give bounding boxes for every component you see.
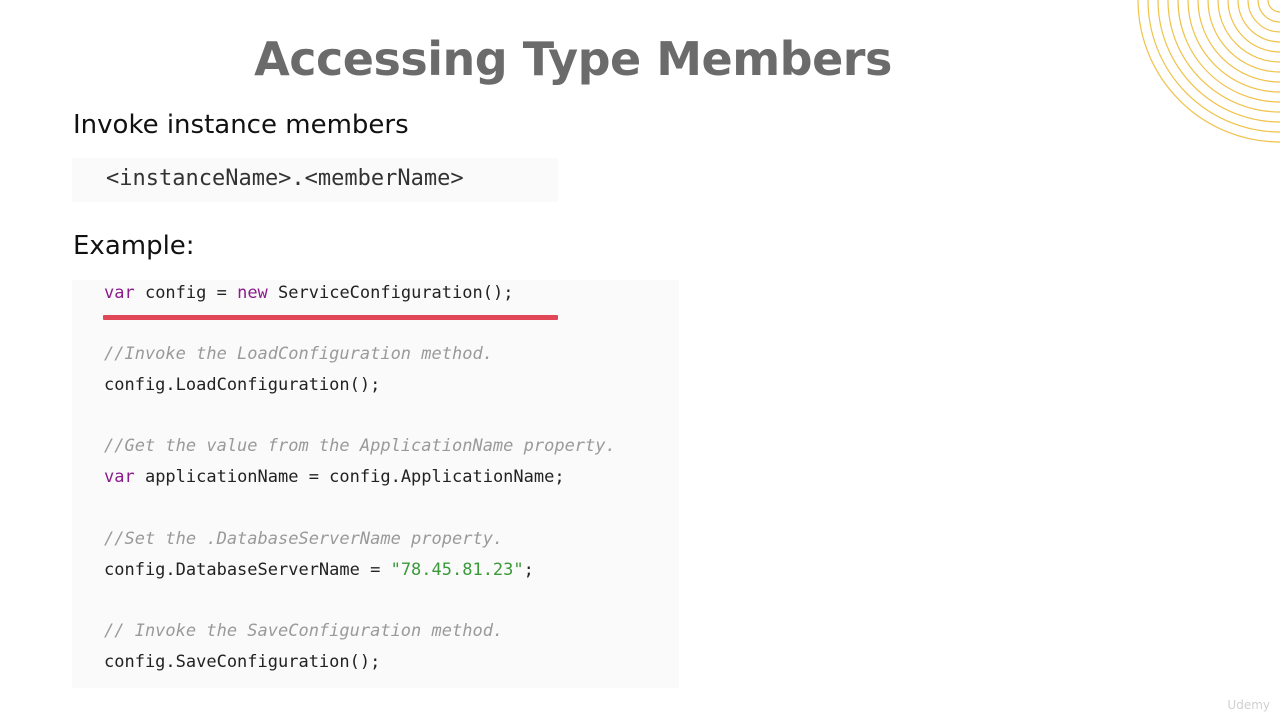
syntax-text: <instanceName>.<memberName> <box>106 166 464 191</box>
code-comment-4: // Invoke the SaveConfiguration method. <box>104 621 504 641</box>
highlight-underline <box>103 315 558 320</box>
code-text: config.DatabaseServerName = <box>104 560 391 580</box>
code-comment-1: //Invoke the LoadConfiguration method. <box>104 344 493 364</box>
slide-title: Accessing Type Members <box>254 32 892 86</box>
code-comment-3: //Set the .DatabaseServerName property. <box>104 529 504 549</box>
code-text: ServiceConfiguration(); <box>267 283 514 303</box>
keyword: var <box>104 283 135 303</box>
concentric-rings-decoration <box>1137 0 1280 143</box>
slide: Accessing Type Members Invoke instance m… <box>0 0 1280 720</box>
code-line-3: var applicationName = config.Application… <box>104 467 565 487</box>
code-block: var config = new ServiceConfiguration();… <box>72 280 679 688</box>
code-line-4: config.DatabaseServerName = "78.45.81.23… <box>104 560 534 580</box>
code-line-2: config.LoadConfiguration(); <box>104 375 381 395</box>
example-label: Example: <box>73 231 195 261</box>
string-literal: "78.45.81.23" <box>390 560 524 580</box>
code-line-1: var config = new ServiceConfiguration(); <box>104 283 513 303</box>
code-text: config = <box>134 283 238 303</box>
keyword: var <box>104 467 135 487</box>
udemy-watermark: Udemy <box>1227 698 1270 712</box>
code-text: ; <box>523 560 534 580</box>
code-line-5: config.SaveConfiguration(); <box>104 652 381 672</box>
syntax-box: <instanceName>.<memberName> <box>72 158 558 202</box>
subheading: Invoke instance members <box>73 110 409 140</box>
code-text: applicationName = config.ApplicationName… <box>134 467 565 487</box>
code-comment-2: //Get the value from the ApplicationName… <box>104 436 616 456</box>
keyword: new <box>237 283 268 303</box>
